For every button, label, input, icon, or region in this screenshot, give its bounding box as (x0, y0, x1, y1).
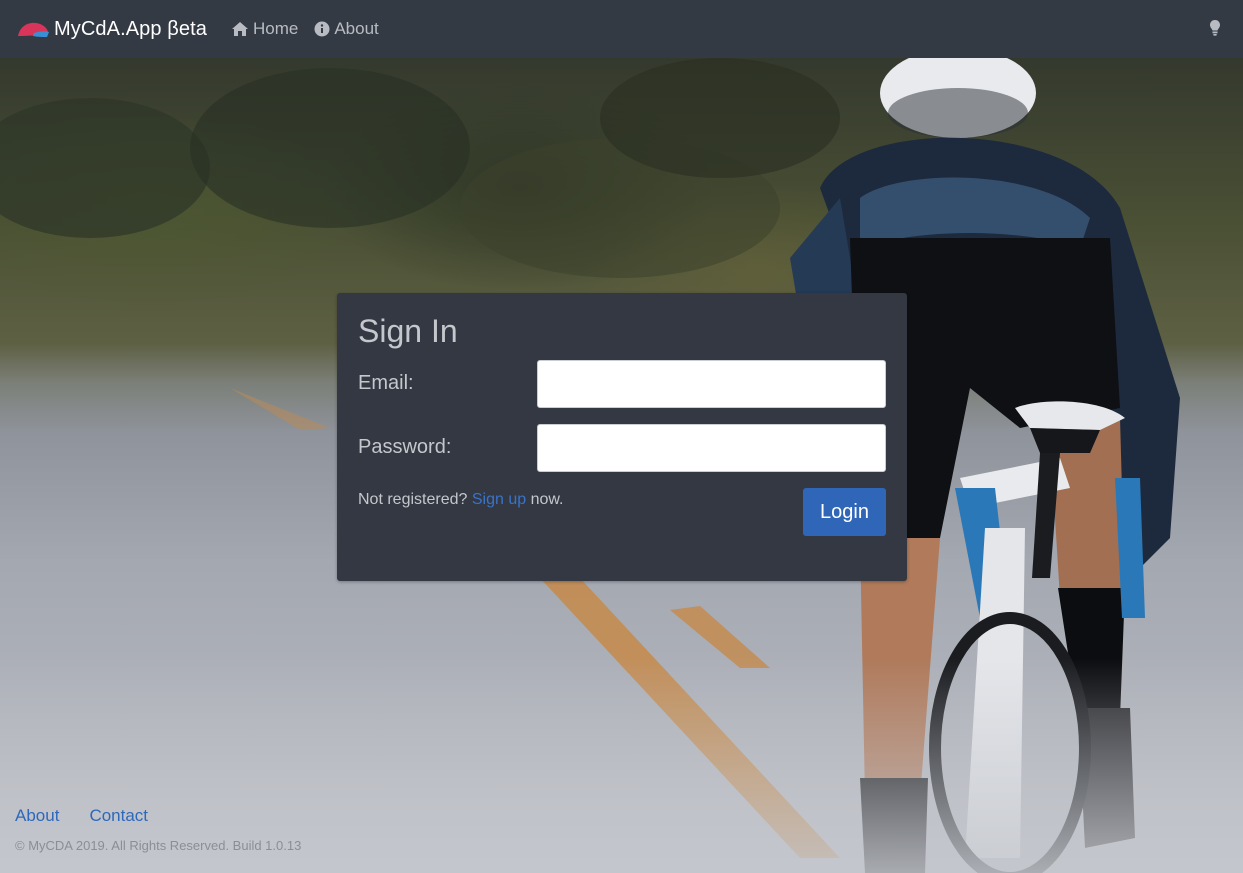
email-label: Email: (358, 372, 414, 394)
app-logo-icon (18, 22, 49, 37)
nav-about-link[interactable]: About (314, 19, 379, 39)
password-label: Password: (358, 436, 452, 458)
copyright-text: © MyCDA 2019. All Rights Reserved. Build… (15, 838, 302, 853)
home-icon (231, 22, 248, 36)
nav-about-label: About (334, 19, 379, 38)
brand-name: MyCdA.App βeta (54, 17, 207, 40)
footer-links: About Contact (15, 806, 148, 826)
nav-home-link[interactable]: Home (231, 19, 298, 39)
signin-card: Sign In Email: Password: Not registered?… (337, 293, 907, 581)
password-field[interactable] (537, 424, 886, 472)
lightbulb-icon (1210, 20, 1220, 36)
login-button[interactable]: Login (803, 488, 886, 536)
not-registered-text: Not registered? (358, 491, 468, 508)
nav-home-label: Home (252, 19, 299, 38)
top-navbar: MyCdA.App βeta Home About (0, 0, 1243, 58)
email-field[interactable] (537, 360, 886, 408)
brand-link[interactable]: MyCdA.App βeta (16, 18, 207, 41)
footer-contact-link[interactable]: Contact (89, 806, 148, 826)
signin-title: Sign In (358, 313, 458, 349)
info-icon (314, 21, 330, 37)
signup-link[interactable]: Sign up (472, 491, 526, 508)
theme-toggle-button[interactable] (1209, 19, 1221, 42)
register-prompt: Not registered? Sign up now. (358, 491, 563, 509)
footer-about-link[interactable]: About (15, 806, 59, 826)
now-text: now. (530, 491, 564, 508)
